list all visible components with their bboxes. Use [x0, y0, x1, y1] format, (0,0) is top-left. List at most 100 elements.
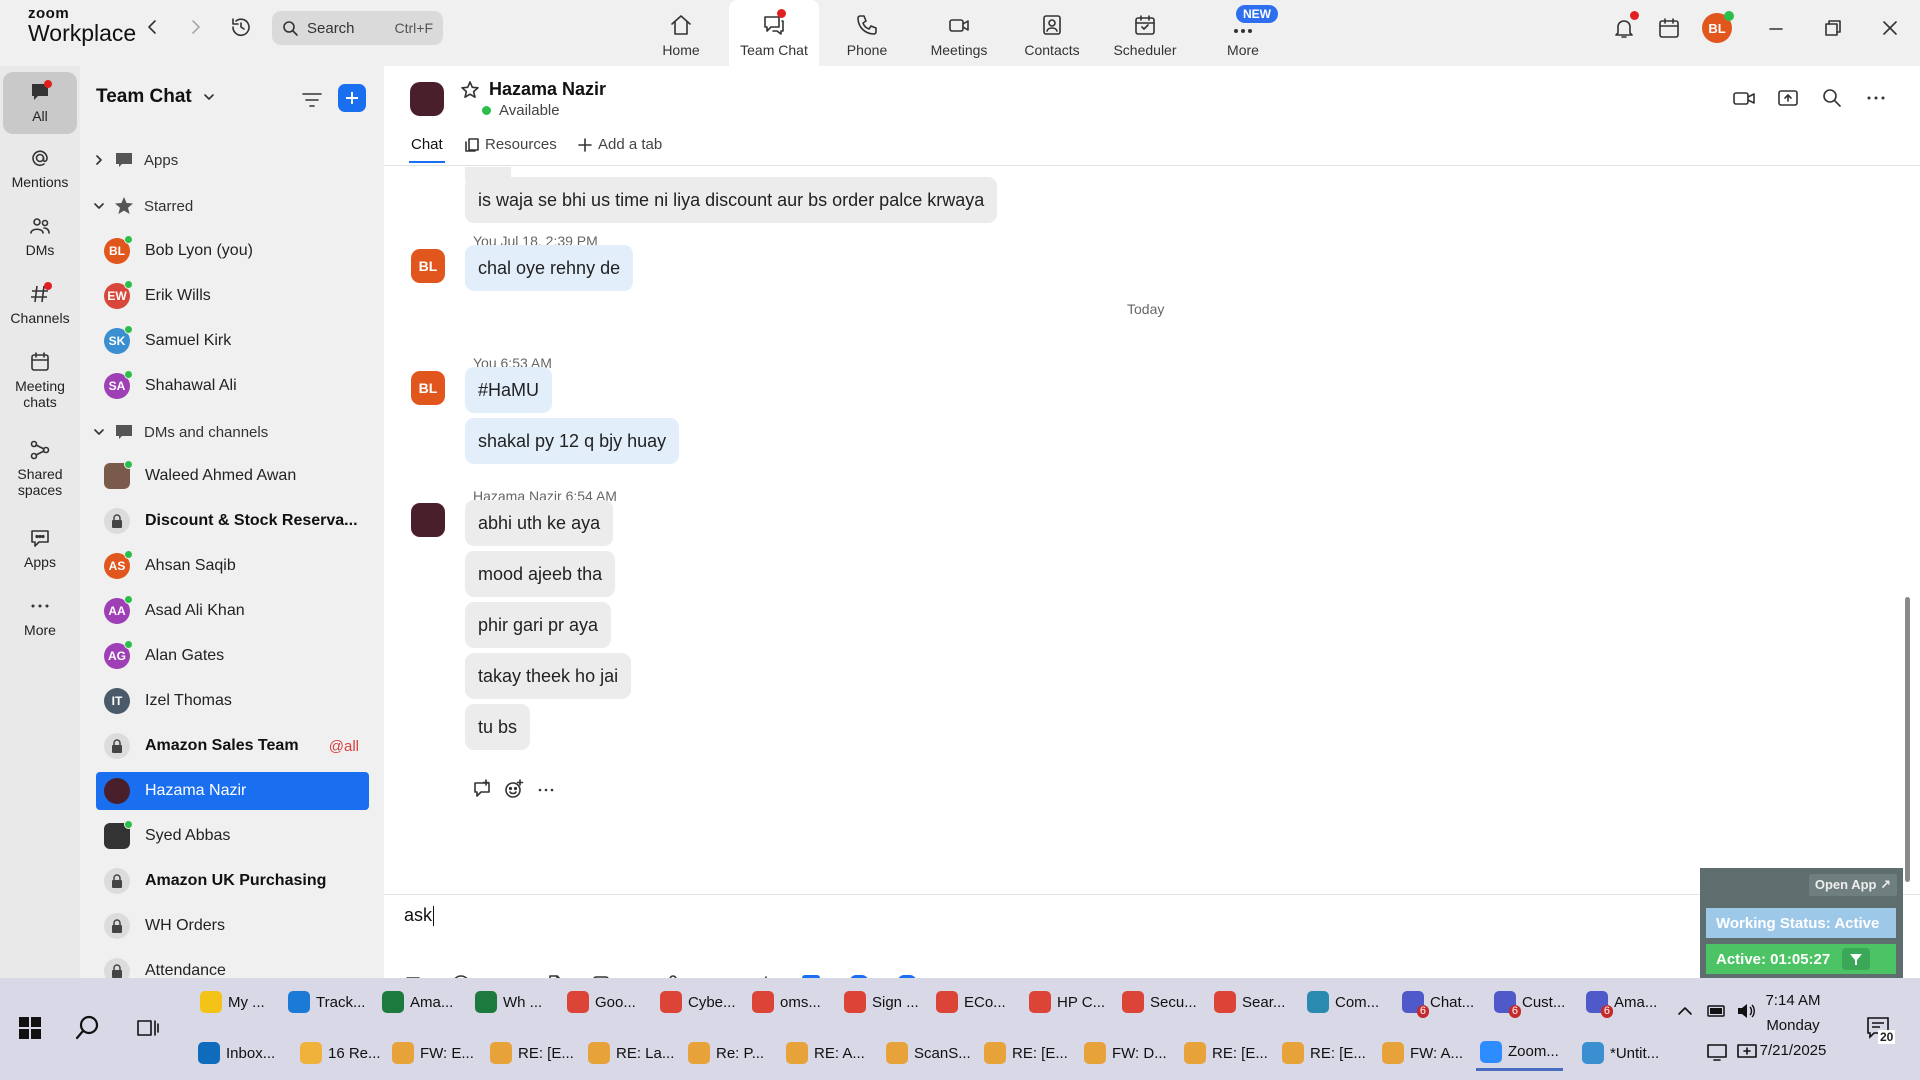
taskbar-app-button[interactable]: Inbox... [194, 1035, 279, 1071]
nav-team-chat[interactable]: Team Chat [729, 0, 819, 66]
battery-icon[interactable] [1706, 1001, 1728, 1021]
system-clock[interactable]: 7:14 AM Monday 7/21/2025 [1738, 988, 1848, 1063]
rail-meeting-chats[interactable]: Meeting chats [3, 350, 77, 410]
taskbar-app-button[interactable]: Ama... [378, 984, 457, 1020]
sidebar-item-discount-channel[interactable]: Discount & Stock Reserva... [96, 502, 369, 540]
notification-center-button[interactable]: 20 [1866, 1016, 1896, 1044]
rail-shared-spaces[interactable]: Shared spaces [3, 438, 77, 498]
taskbar-app-button[interactable]: Com... [1303, 984, 1383, 1020]
sidebar-item-shahawal-ali[interactable]: SA Shahawal Ali [96, 367, 369, 405]
sidebar-item-bob-lyon[interactable]: BL Bob Lyon (you) [96, 232, 369, 270]
message-bubble[interactable]: #HaMU [465, 367, 553, 413]
avatar[interactable]: BL [411, 371, 445, 405]
section-apps[interactable]: Apps [94, 150, 178, 170]
message-bubble[interactable]: is waja se bhi us time ni liya discount … [465, 177, 998, 223]
taskbar-app-button[interactable]: Sign ... [840, 984, 923, 1020]
taskbar-app-button[interactable]: RE: La... [584, 1035, 678, 1071]
taskbar-app-button[interactable]: *Untit... [1578, 1035, 1663, 1071]
nav-contacts[interactable]: Contacts [1007, 0, 1097, 66]
chat-search-button[interactable] [1820, 86, 1844, 110]
taskbar-app-button[interactable]: HP C... [1025, 984, 1109, 1020]
sidebar-item-syed-abbas[interactable]: Syed Abbas [96, 817, 369, 855]
rail-channels[interactable]: Channels [3, 282, 77, 326]
restore-button[interactable] [1821, 16, 1845, 40]
show-hidden-icons-button[interactable] [1676, 1002, 1694, 1020]
notifications-button[interactable] [1612, 11, 1639, 40]
taskbar-search-button[interactable] [74, 1014, 102, 1042]
taskbar-app-button[interactable]: Secu... [1118, 984, 1201, 1020]
sidebar-item-samuel-kirk[interactable]: SK Samuel Kirk [96, 322, 369, 360]
star-button[interactable] [460, 80, 480, 100]
sidebar-item-hazama-nazir[interactable]: Hazama Nazir [96, 772, 369, 810]
search-input[interactable]: Search Ctrl+F [272, 11, 443, 45]
message-bubble[interactable]: mood ajeeb tha [465, 551, 616, 597]
avatar[interactable]: BL [411, 249, 445, 283]
taskbar-app-button[interactable]: Cybe... [656, 984, 740, 1020]
rail-dms[interactable]: DMs [3, 214, 77, 258]
rail-apps[interactable]: Apps [3, 526, 77, 570]
sidebar-item-alan-gates[interactable]: AG Alan Gates [96, 637, 369, 675]
message-bubble[interactable]: abhi uth ke aya [465, 500, 614, 546]
taskbar-app-button[interactable]: 6 Ama... [1582, 984, 1661, 1020]
composer-input[interactable]: ask [404, 905, 434, 926]
sidebar-item-izel-thomas[interactable]: IT Izel Thomas [96, 682, 369, 720]
nav-home[interactable]: Home [636, 0, 726, 66]
taskbar-app-button[interactable]: My ... [196, 984, 269, 1020]
sidebar-item-ahsan-saqib[interactable]: AS Ahsan Saqib [96, 547, 369, 585]
taskbar-app-button[interactable]: ScanS... [882, 1035, 975, 1071]
taskbar-app-button[interactable]: ECo... [932, 984, 1010, 1020]
video-call-button[interactable] [1732, 86, 1756, 110]
sidebar-item-wh-orders[interactable]: WH Orders [96, 907, 369, 945]
sidebar-item-waleed[interactable]: Waleed Ahmed Awan [96, 457, 369, 495]
open-app-button[interactable]: Open App ↗ [1808, 874, 1897, 896]
nav-scheduler[interactable]: Scheduler [1100, 0, 1190, 66]
add-reaction-button[interactable] [504, 779, 524, 799]
taskbar-app-button[interactable]: Re: P... [684, 1035, 768, 1071]
sidebar-item-asad-ali-khan[interactable]: AA Asad Ali Khan [96, 592, 369, 630]
taskbar-app-button[interactable]: RE: A... [782, 1035, 869, 1071]
taskbar-app-button[interactable]: Sear... [1210, 984, 1289, 1020]
taskbar-app-button[interactable]: FW: E... [388, 1035, 478, 1071]
taskbar-app-button[interactable]: Zoom... [1476, 1035, 1563, 1071]
message-bubble[interactable]: phir gari pr aya [465, 602, 612, 648]
minimize-button[interactable] [1764, 16, 1788, 40]
new-chat-button[interactable] [338, 84, 366, 112]
taskbar-app-button[interactable]: RE: [E... [486, 1035, 578, 1071]
team-chat-header[interactable]: Team Chat [96, 86, 216, 108]
message-bubble[interactable]: chal oye rehny de [465, 245, 634, 291]
taskbar-app-button[interactable]: FW: A... [1378, 1035, 1467, 1071]
forward-button[interactable] [183, 14, 209, 40]
share-screen-button[interactable] [1776, 86, 1800, 110]
task-view-button[interactable] [136, 1016, 160, 1040]
more-options-button[interactable] [1864, 86, 1888, 110]
tab-resources[interactable]: Resources [464, 136, 557, 153]
taskbar-app-button[interactable]: Track... [284, 984, 369, 1020]
taskbar-app-button[interactable]: Wh ... [471, 984, 546, 1020]
message-more-button[interactable] [536, 779, 556, 799]
message-bubble[interactable]: shakal py 12 q bjy huay [465, 418, 680, 464]
filter-button[interactable] [300, 88, 324, 112]
taskbar-app-button[interactable]: 6 Cust... [1490, 984, 1569, 1020]
tab-add[interactable]: Add a tab [577, 136, 662, 153]
close-button[interactable] [1878, 16, 1902, 40]
rail-more[interactable]: More [3, 594, 77, 638]
sidebar-item-amazon-uk-purchasing[interactable]: Amazon UK Purchasing [96, 862, 369, 900]
message-bubble[interactable]: tu bs [465, 704, 531, 750]
sidebar-item-erik-wills[interactable]: EW Erik Wills [96, 277, 369, 315]
display-icon[interactable] [1706, 1042, 1728, 1062]
taskbar-app-button[interactable]: 16 Re... [296, 1035, 385, 1071]
taskbar-app-button[interactable]: 6 Chat... [1398, 984, 1478, 1020]
taskbar-app-button[interactable]: Goo... [563, 984, 640, 1020]
peer-avatar[interactable] [410, 82, 444, 116]
rail-mentions[interactable]: Mentions [3, 146, 77, 190]
taskbar-app-button[interactable]: RE: [E... [1278, 1035, 1370, 1071]
sidebar-item-amazon-sales-team[interactable]: Amazon Sales Team @all [96, 727, 369, 765]
taskbar-app-button[interactable]: RE: [E... [980, 1035, 1072, 1071]
filter-icon[interactable] [1842, 948, 1871, 970]
back-button[interactable] [139, 14, 165, 40]
taskbar-app-button[interactable]: FW: D... [1080, 1035, 1171, 1071]
peer-avatar[interactable] [411, 503, 445, 537]
section-dms-channels[interactable]: DMs and channels [94, 422, 268, 442]
nav-phone[interactable]: Phone [822, 0, 912, 66]
message-composer[interactable]: ask GIF [384, 894, 1920, 994]
